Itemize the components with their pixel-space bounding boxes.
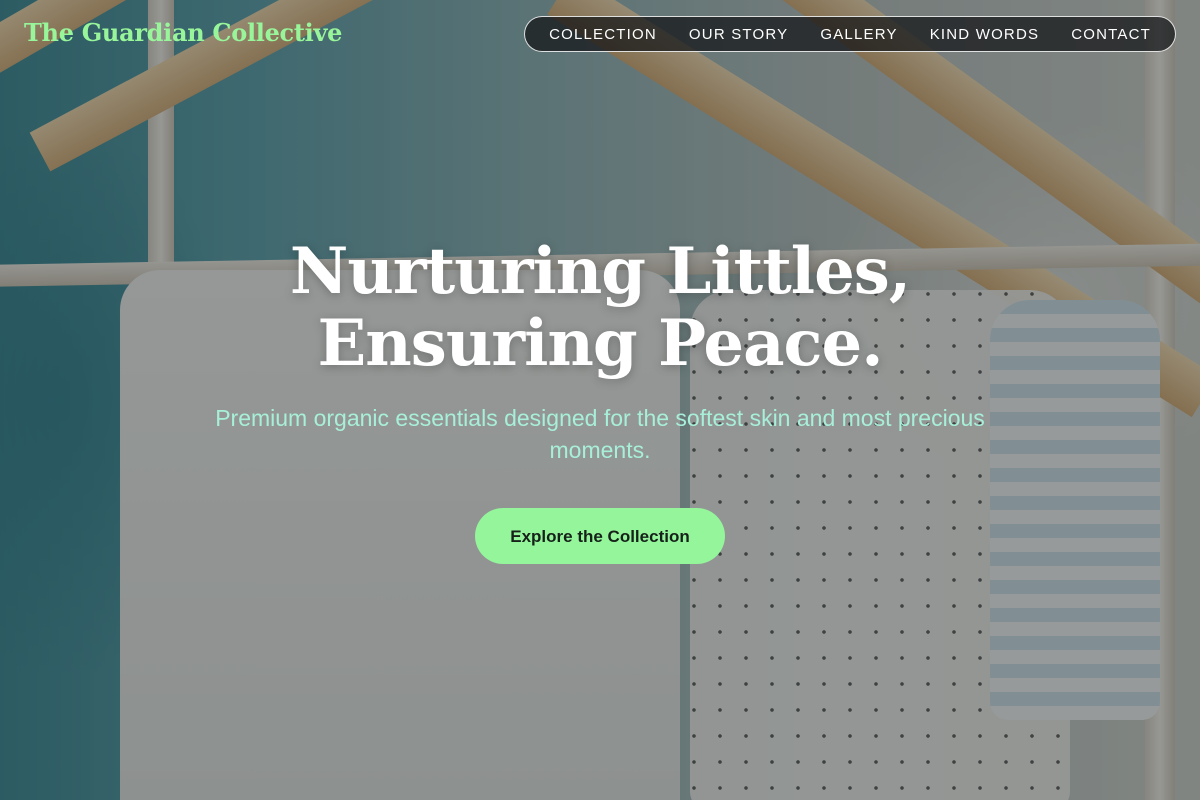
- explore-collection-button[interactable]: Explore the Collection: [475, 508, 725, 564]
- hero-subheading: Premium organic essentials designed for …: [215, 405, 985, 463]
- hero-headline-line-1: Nurturing Littles,: [289, 234, 911, 309]
- nav-link-contact[interactable]: CONTACT: [1071, 26, 1151, 43]
- nav-link-collection[interactable]: COLLECTION: [549, 26, 657, 43]
- hero-headline-line-2: Ensuring Peace.: [317, 306, 883, 381]
- main-nav: COLLECTION OUR STORY GALLERY KIND WORDS …: [524, 16, 1176, 52]
- hero-section: Nurturing Littles, Ensuring Peace. Premi…: [0, 236, 1200, 564]
- nav-link-our-story[interactable]: OUR STORY: [689, 26, 788, 43]
- hero-headline: Nurturing Littles, Ensuring Peace.: [0, 236, 1200, 380]
- nav-link-gallery[interactable]: GALLERY: [820, 26, 897, 43]
- nav-link-kind-words[interactable]: KIND WORDS: [930, 26, 1040, 43]
- site-logo[interactable]: The Guardian Collective: [24, 18, 342, 47]
